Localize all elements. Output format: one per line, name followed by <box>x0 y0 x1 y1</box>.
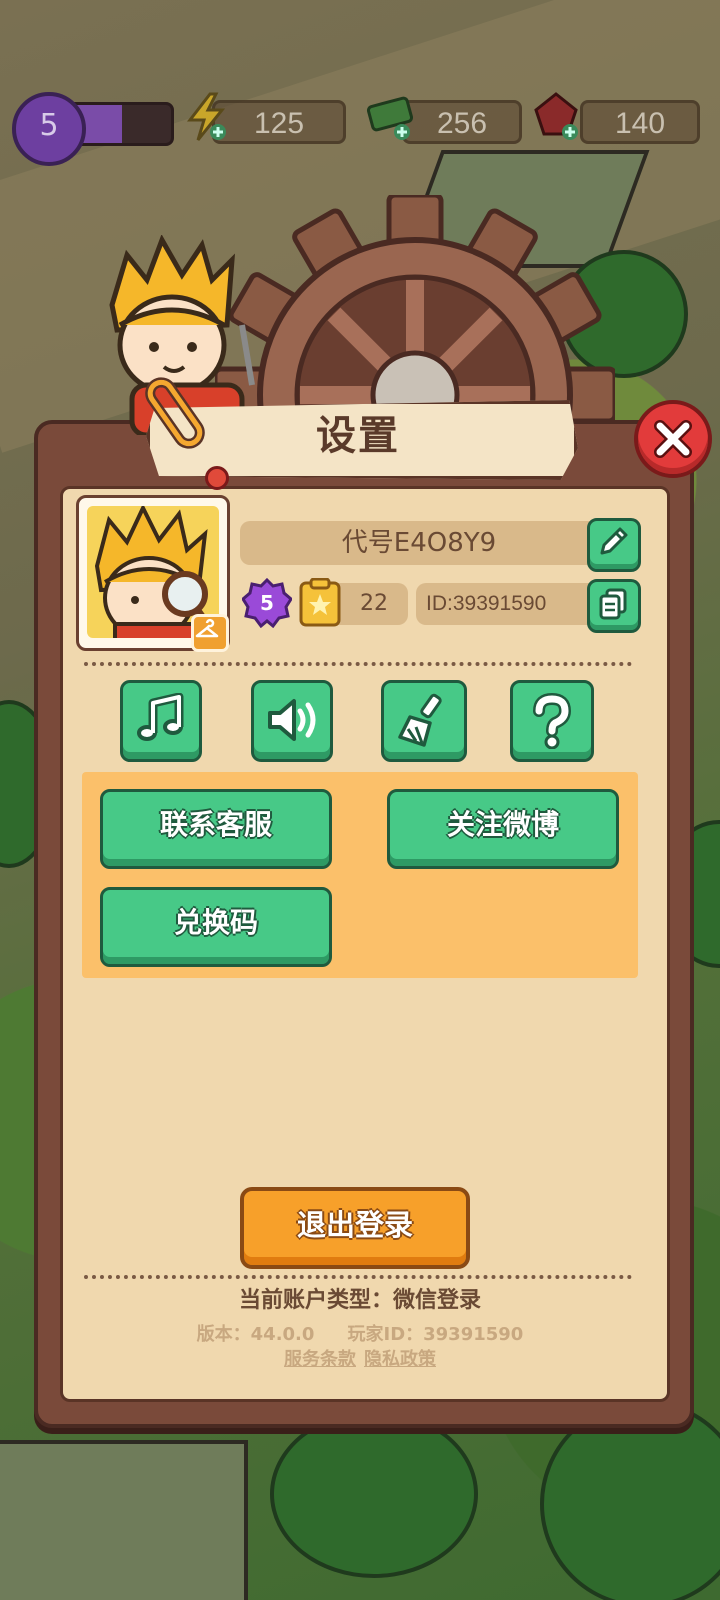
cash-value: 256 <box>436 107 488 140</box>
top-hud: 5 125 256 140 <box>0 92 720 166</box>
building <box>0 1440 248 1600</box>
energy-counter[interactable]: 125 <box>212 100 346 144</box>
player-id-label: 玩家ID：39391590 <box>347 1324 524 1345</box>
cash-stack-icon[interactable] <box>366 92 414 140</box>
gems-value: 140 <box>614 107 666 140</box>
tree <box>270 1410 478 1578</box>
close-icon <box>654 420 692 458</box>
cash-counter[interactable]: 256 <box>402 100 522 144</box>
profile-score: 22 <box>360 591 388 616</box>
copy-id-button[interactable] <box>587 579 641 633</box>
speaker-icon <box>268 699 316 741</box>
clipboard-star-icon <box>299 578 341 627</box>
terms-of-service-link[interactable]: 服务条款 <box>284 1349 356 1370</box>
lightning-icon[interactable] <box>184 92 230 141</box>
help-button[interactable] <box>510 680 594 762</box>
version-label: 版本：44.0.0 <box>196 1324 315 1345</box>
paperclip-decoration <box>145 377 205 449</box>
profile-level: 5 <box>260 591 274 615</box>
privacy-policy-link[interactable]: 隐私政策 <box>364 1349 436 1370</box>
contact-support-button[interactable]: 联系客服 <box>100 789 332 869</box>
ruby-gem-icon[interactable] <box>532 92 578 140</box>
avatar[interactable] <box>76 495 230 652</box>
question-mark-icon <box>533 693 572 749</box>
divider <box>84 662 632 666</box>
clear-cache-button[interactable] <box>381 680 467 762</box>
divider <box>84 1275 632 1279</box>
pencil-icon <box>600 527 628 555</box>
sound-toggle-button[interactable] <box>251 680 333 762</box>
outfit-hanger-icon[interactable] <box>191 614 229 652</box>
player-name: 代号E4O8Y9 <box>341 528 497 558</box>
broom-icon <box>398 693 442 747</box>
version-info: 版本：44.0.0 玩家ID：39391590 <box>0 1320 720 1346</box>
music-toggle-button[interactable] <box>120 680 202 762</box>
gems-counter[interactable]: 140 <box>580 100 700 144</box>
follow-weibo-button[interactable]: 关注微博 <box>387 789 619 869</box>
close-button[interactable] <box>634 400 712 478</box>
pin-decoration <box>205 466 229 490</box>
logout-button[interactable]: 退出登录 <box>240 1187 470 1269</box>
legal-links: 服务条款 隐私政策 <box>0 1345 720 1371</box>
player-level-badge[interactable]: 5 <box>12 92 86 166</box>
player-id: ID:39391590 <box>426 592 547 615</box>
music-note-icon <box>137 693 184 741</box>
copy-icon <box>599 588 627 620</box>
account-type-label: 当前账户类型：微信登录 <box>238 1288 481 1313</box>
redeem-code-button[interactable]: 兑换码 <box>100 887 332 967</box>
edit-name-button[interactable] <box>587 518 641 572</box>
energy-value: 125 <box>253 107 305 140</box>
